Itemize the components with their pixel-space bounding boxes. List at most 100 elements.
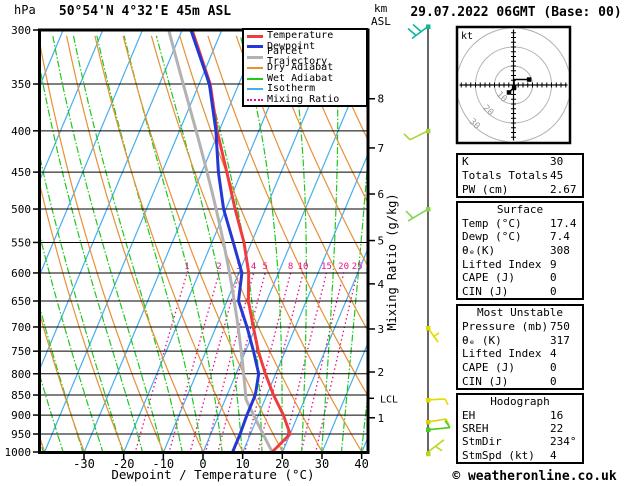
- mixing-ratio-axis-title: Mixing Ratio (g/kg): [385, 193, 399, 331]
- pressure-tick-label: 1000: [5, 446, 32, 459]
- row-value: 0: [550, 271, 557, 285]
- wind-barb-icon: [444, 398, 449, 406]
- table-row: Dewp (°C) 7.4: [458, 230, 582, 243]
- pressure-tick-label: 400: [11, 125, 31, 138]
- table-row: Lifted Index 9: [458, 258, 582, 271]
- table-row: SREH 22: [458, 422, 582, 435]
- hodograph-trace-marker: [526, 77, 532, 82]
- skewt-sounding-page: { "header": { "pressure_unit": "hPa", "s…: [0, 0, 629, 486]
- wind-barb-icon: [407, 27, 417, 37]
- dewpoint-line-swatch: [247, 45, 263, 49]
- table-row: θₑ(K) 308: [458, 244, 582, 257]
- hodograph-trace-marker: [506, 90, 512, 95]
- row-label: Lifted Index: [462, 257, 542, 271]
- row-value: 750: [550, 319, 570, 333]
- row-value: 45: [550, 168, 564, 182]
- parcel-trajectory-line-swatch: [247, 55, 263, 59]
- mixing-ratio-label: 15: [321, 262, 332, 272]
- row-value: 0: [550, 374, 557, 388]
- pressure-tick-label: 550: [11, 236, 31, 249]
- row-value: 234°: [550, 435, 577, 449]
- row-value: 9: [550, 257, 557, 271]
- pressure-axis: 300 350 400 450 500 550 600 650 700 750 800 850 900 9…: [5, 24, 40, 459]
- wind-barb-icon: [427, 418, 447, 423]
- table-row: EH 16: [458, 409, 582, 422]
- mixing-ratio-label: 2: [216, 262, 221, 272]
- row-value: 0: [550, 284, 557, 298]
- row-label: PW (cm): [462, 182, 509, 196]
- pressure-tick-label: 850: [11, 389, 31, 402]
- hodograph-trace-marker: [511, 85, 517, 90]
- mixing-ratio-label: 25: [352, 262, 363, 272]
- row-label: Totals Totals: [462, 168, 549, 182]
- row-value: 308: [550, 243, 570, 257]
- legend-item: Temperature: [244, 31, 366, 42]
- table-row: StmDir 234°: [458, 435, 582, 448]
- pressure-tick-label: 700: [11, 321, 31, 334]
- legend-label: Wet Adiabat: [267, 72, 334, 84]
- table-row: Totals Totals 45: [458, 169, 582, 182]
- row-label: CAPE (J): [462, 360, 515, 374]
- pressure-tick-label: 900: [11, 409, 31, 422]
- wind-barb-marker: [426, 427, 431, 433]
- row-label: EH: [462, 408, 476, 422]
- mixing-ratio-label: 4: [251, 262, 256, 272]
- altitude-unit-km-label: km: [374, 2, 388, 15]
- km-tick-label: 1: [378, 412, 385, 425]
- wind-barb-icon: [405, 210, 414, 219]
- row-label: CIN (J): [462, 284, 509, 298]
- table-row: CAPE (J) 0: [458, 361, 582, 374]
- table-row: CIN (J) 0: [458, 375, 582, 388]
- panel-title: Most Unstable: [476, 306, 564, 320]
- row-value: 2.67: [550, 182, 577, 196]
- wind-barb-icon: [412, 23, 422, 33]
- legend-label: Dry Adiabat: [267, 62, 334, 74]
- table-row: CAPE (J) 0: [458, 271, 582, 284]
- wind-barb-icon: [403, 133, 411, 141]
- table-row: Temp (°C) 17.4: [458, 217, 582, 230]
- table-row: CIN (J) 0: [458, 285, 582, 298]
- wet-adiabat-line-swatch: [247, 77, 263, 80]
- pressure-tick-label: 800: [11, 368, 31, 381]
- legend-label: Mixing Ratio: [267, 93, 340, 105]
- legend-label: Temperature: [267, 30, 334, 42]
- table-row: PW (cm) 2.67: [458, 183, 582, 196]
- row-value: 22: [550, 421, 564, 435]
- hodograph-unit-label: kt: [461, 31, 473, 42]
- row-value: 317: [550, 333, 570, 347]
- table-row: Pressure (mb) 750: [458, 320, 582, 333]
- panel-title: Hodograph: [490, 395, 550, 409]
- mixing-ratio-lines: [134, 271, 359, 454]
- row-label: CAPE (J): [462, 271, 515, 285]
- legend-label: Isotherm: [267, 83, 316, 95]
- pressure-unit-label: hPa: [14, 3, 36, 17]
- legend-item: Isotherm: [244, 84, 366, 95]
- pressure-tick-label: 300: [11, 24, 31, 37]
- temp-tick-label: 40: [354, 457, 368, 471]
- mixing-ratio-label: 5: [262, 262, 267, 272]
- temperature-line-swatch: [247, 34, 263, 38]
- row-label: StmSpd (kt): [462, 448, 535, 462]
- x-axis-title: Dewpoint / Temperature (°C): [111, 467, 315, 482]
- pressure-tick-label: 750: [11, 345, 31, 358]
- mixing-ratio-label: 10: [298, 262, 309, 272]
- row-value: 30: [550, 155, 564, 169]
- row-value: 0: [550, 360, 557, 374]
- pressure-tick-label: 600: [11, 267, 31, 280]
- row-value: 17.4: [550, 216, 577, 230]
- row-label: K: [462, 155, 469, 169]
- row-label: θₑ(K): [462, 243, 496, 257]
- pressure-tick-label: 500: [11, 203, 31, 216]
- km-tick-label: 5: [378, 235, 385, 248]
- run-date-title: 29.07.2022 06GMT (Base: 00): [410, 5, 622, 20]
- row-label: SREH: [462, 421, 489, 435]
- mixing-ratio-label: 20: [338, 262, 349, 272]
- row-value: 7.4: [550, 230, 570, 244]
- indices-panel: K 30 Totals Totals 45 PW (cm) 2.67: [456, 153, 584, 198]
- row-value: 4: [550, 347, 557, 361]
- wind-barb-icon: [429, 426, 451, 431]
- table-row: Lifted Index 4: [458, 347, 582, 360]
- table-row: K 30: [458, 155, 582, 168]
- most-unstable-panel: Most Unstable Pressure (mb) 750 θₑ (K) 317 Li…: [456, 304, 584, 390]
- pressure-tick-label: 950: [11, 428, 31, 441]
